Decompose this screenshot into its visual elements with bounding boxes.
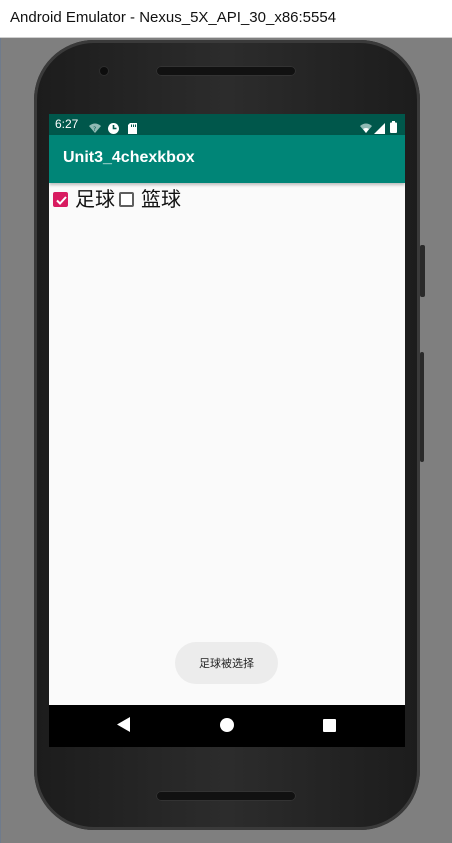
emulator-window: Android Emulator - Nexus_5X_API_30_x86:5… <box>0 0 452 843</box>
home-icon <box>220 717 234 736</box>
window-title: Android Emulator - Nexus_5X_API_30_x86:5… <box>10 9 337 26</box>
main-content: 足球 篮球 <box>49 183 405 705</box>
power-button[interactable] <box>420 245 425 297</box>
app-bar: Unit3_4chexkbox <box>49 135 405 183</box>
back-icon <box>116 716 130 736</box>
earpiece-speaker <box>156 66 296 76</box>
checkbox-basketball[interactable]: 篮球 <box>119 186 181 212</box>
wifi-icon <box>360 119 372 133</box>
front-camera <box>100 67 108 75</box>
status-bar: 6:27 ? <box>49 114 405 135</box>
back-button[interactable] <box>98 705 148 747</box>
battery-icon <box>390 118 401 133</box>
app-title: Unit3_4chexkbox <box>63 149 195 166</box>
window-titlebar[interactable]: Android Emulator - Nexus_5X_API_30_x86:5… <box>0 0 452 38</box>
toast-message: 足球被选择 <box>175 642 278 684</box>
recents-button[interactable] <box>304 705 354 747</box>
navigation-bar <box>49 705 405 747</box>
checkbox-row: 足球 篮球 <box>53 186 185 212</box>
toast-text: 足球被选择 <box>199 657 254 670</box>
home-button[interactable] <box>202 705 252 747</box>
recents-icon <box>322 717 336 736</box>
bottom-speaker <box>156 791 296 801</box>
status-time: 6:27 <box>55 117 79 131</box>
sd-card-icon <box>128 119 139 134</box>
checkbox-unchecked-icon[interactable] <box>119 191 134 207</box>
checkbox-basketball-label[interactable]: 篮球 <box>141 186 181 212</box>
svg-text:?: ? <box>93 126 96 133</box>
gear-notification-icon <box>108 119 119 134</box>
checkbox-football-label[interactable]: 足球 <box>75 186 115 212</box>
checkbox-checked-icon[interactable] <box>53 191 68 207</box>
window-edge <box>0 38 1 843</box>
wifi-question-icon: ? <box>89 119 101 133</box>
cell-signal-icon <box>374 119 385 134</box>
device-screen: 6:27 ? Unit3_4chexkbox 足球 篮球 足球被选择 <box>49 114 405 747</box>
volume-button[interactable] <box>420 352 424 462</box>
checkbox-football[interactable]: 足球 <box>53 186 115 212</box>
